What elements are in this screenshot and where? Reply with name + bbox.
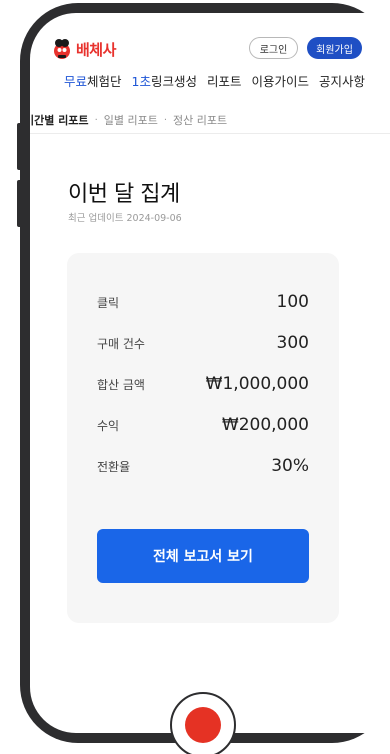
nav-item-trial-label: 체험단: [87, 74, 122, 89]
signup-button[interactable]: 회원가입: [307, 37, 362, 59]
stat-label: 구매 건수: [97, 336, 145, 351]
nav-item-link-label: 링크생성: [150, 74, 197, 89]
subnav-divider: [30, 133, 390, 134]
nav-item-trial[interactable]: 무료체험단: [64, 71, 122, 90]
subnav-settlement-report[interactable]: 정산 리포트: [173, 112, 227, 128]
stat-value: 30%: [271, 456, 309, 476]
stat-row-clicks: 클릭 100: [97, 290, 309, 314]
phone-screen: 배체사 로그인 회원가입 무료체험단 1초링크생성 리포트 이용가이드 공지사항…: [30, 13, 390, 733]
logo-text: 배체사: [76, 40, 116, 59]
nav-item-link[interactable]: 1초링크생성: [132, 71, 197, 90]
report-subnav: 기간별 리포트 · 일별 리포트 · 정산 리포트: [30, 109, 390, 131]
last-updated: 최근 업데이트 2024-09-06: [68, 213, 182, 224]
subnav-separator: ·: [163, 114, 168, 126]
home-button[interactable]: [185, 707, 221, 743]
subnav-daily-report[interactable]: 일별 리포트: [104, 112, 158, 128]
nav-item-guide[interactable]: 이용가이드: [252, 71, 310, 90]
stat-label: 클릭: [97, 295, 120, 310]
stat-label: 합산 금액: [97, 377, 145, 392]
stat-label: 수익: [97, 418, 120, 433]
stat-value: 100: [276, 292, 309, 312]
stat-label: 전환율: [97, 459, 131, 474]
site-header: 배체사 로그인 회원가입 무료체험단 1초링크생성 리포트 이용가이드 공지사항: [30, 13, 390, 108]
stat-row-total-amount: 합산 금액 ₩1,000,000: [97, 372, 309, 396]
subnav-separator: ·: [94, 114, 98, 126]
nav-item-notice[interactable]: 공지사항: [319, 71, 365, 90]
login-button[interactable]: 로그인: [249, 37, 298, 59]
stat-value: ₩200,000: [221, 415, 309, 435]
logo[interactable]: 배체사: [50, 37, 116, 61]
stat-row-purchases: 구매 건수 300: [97, 331, 309, 355]
stat-value: 300: [276, 333, 309, 353]
main-nav: 무료체험단 1초링크생성 리포트 이용가이드 공지사항: [64, 71, 375, 90]
stat-row-revenue: 수익 ₩200,000: [97, 413, 309, 437]
stat-row-conversion: 전환율 30%: [97, 454, 309, 478]
nav-item-link-highlight: 1초: [131, 74, 151, 89]
nav-item-trial-highlight: 무료: [64, 74, 88, 89]
nav-item-report[interactable]: 리포트: [207, 71, 242, 90]
subnav-period-report[interactable]: 기간별 리포트: [30, 112, 89, 128]
stat-value: ₩1,000,000: [205, 374, 309, 394]
summary-card: 클릭 100 구매 건수 300 합산 금액 ₩1,000,000 수익 ₩20…: [67, 253, 339, 623]
view-full-report-button[interactable]: 전체 보고서 보기: [97, 529, 309, 583]
page-title: 이번 달 집계: [68, 182, 180, 207]
mascot-logo-icon: [54, 39, 70, 59]
